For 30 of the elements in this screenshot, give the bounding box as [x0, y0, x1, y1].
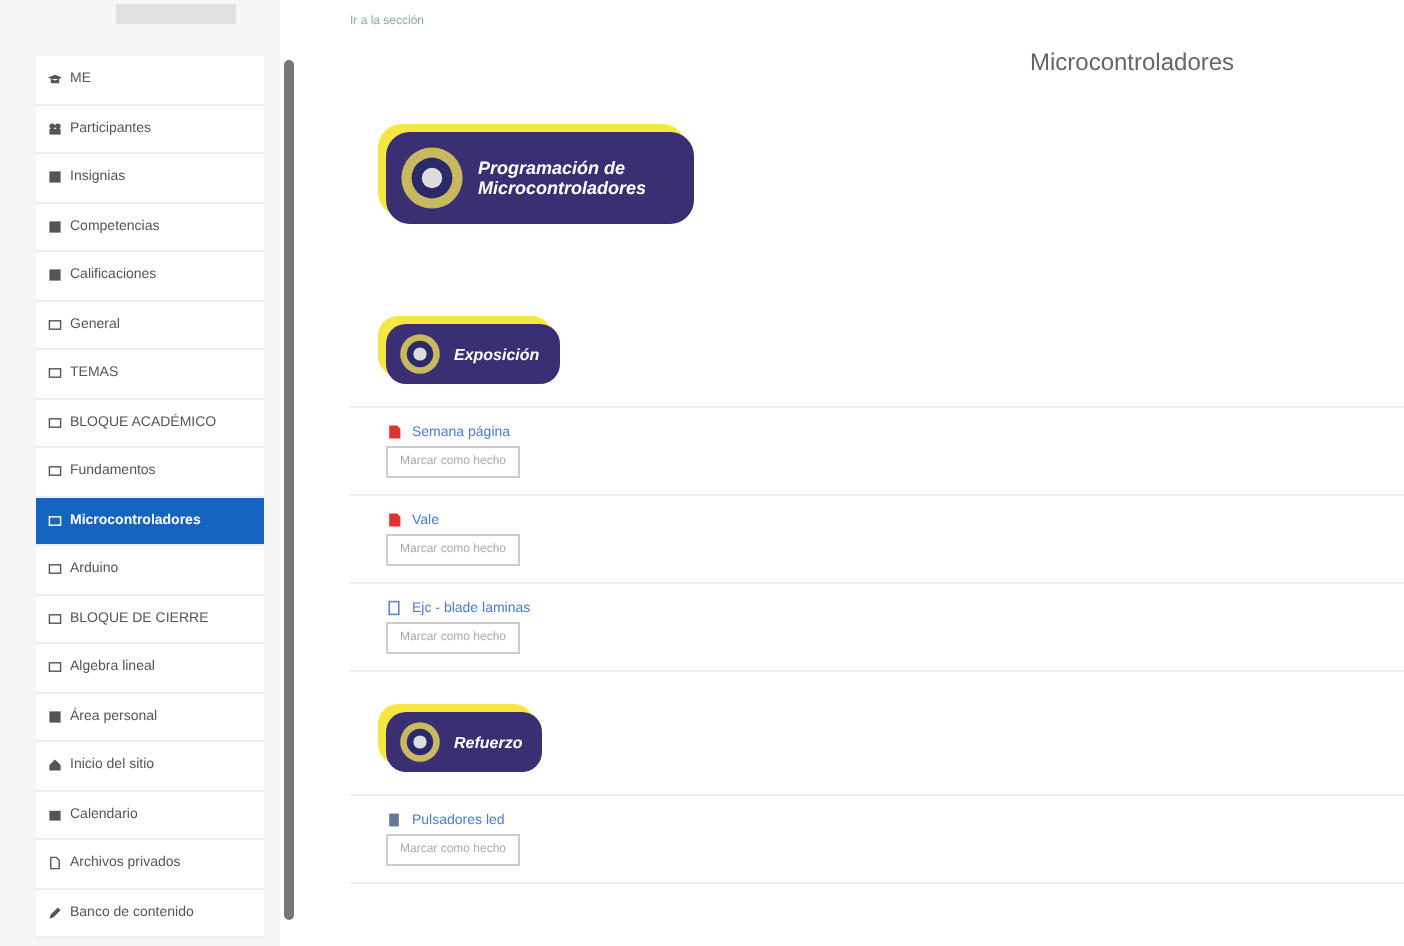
banner-label: Refuerzo: [386, 712, 543, 772]
banner-label: Exposición: [386, 324, 560, 384]
pencil-icon: [48, 905, 62, 920]
square-icon: [48, 268, 62, 283]
square-icon: [48, 709, 62, 724]
folder-icon: [48, 513, 62, 528]
folder-icon: [48, 317, 62, 332]
document-icon: [386, 424, 402, 440]
section-title: Microcontroladores: [1030, 48, 1237, 76]
people-icon: [48, 121, 62, 136]
file-icon: [48, 856, 62, 871]
folder-icon: [48, 660, 62, 675]
emblem-icon: [398, 144, 466, 212]
emblem-icon: [398, 332, 442, 376]
folder-icon: [48, 464, 62, 479]
square-icon: [48, 219, 62, 234]
document-icon: [386, 512, 402, 528]
page-icon: [386, 600, 402, 616]
calendar-icon: [48, 807, 62, 822]
folder-icon: [48, 562, 62, 577]
folder-icon: [48, 366, 62, 381]
file-icon: [386, 812, 402, 828]
home-icon: [48, 758, 62, 773]
scrollbar[interactable]: [284, 60, 294, 920]
emblem-icon: [398, 720, 442, 764]
folder-icon: [48, 415, 62, 430]
square-icon: [48, 170, 62, 185]
graduation-cap-icon: [48, 72, 62, 87]
banner-label: Programación de Microcontroladores: [386, 132, 694, 224]
folder-icon: [48, 611, 62, 626]
